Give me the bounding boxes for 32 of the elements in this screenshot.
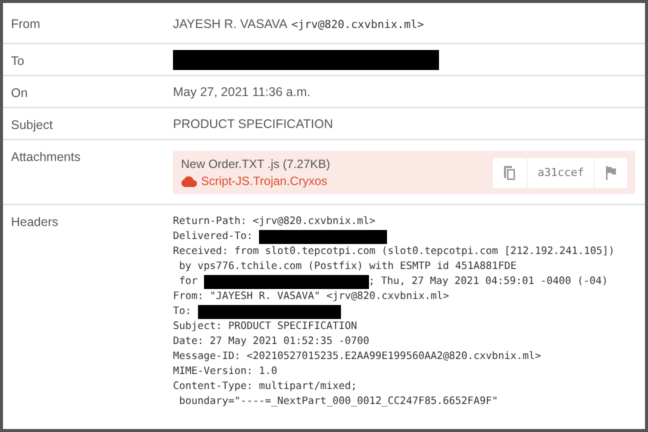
header-text: Return-Path: <jrv@820.cxvbnix.ml> <box>173 216 376 227</box>
header-text: MIME-Version: 1.0 <box>173 366 278 377</box>
field-label: On <box>10 85 29 102</box>
header-text: Delivered-To: <box>173 231 254 242</box>
hash-button[interactable]: a31ccef <box>528 158 594 188</box>
copy-icon <box>502 164 517 180</box>
header-text: Content-Type: multipart/mixed; <box>173 381 358 392</box>
header-text: Message-ID: <20210527015235.E2AA99E199560AA2@820.cxvbnix.ml> <box>173 351 542 362</box>
flag-button[interactable] <box>595 158 627 188</box>
header-text: Subject: PRODUCT SPECIFICATION <box>173 321 358 332</box>
field-value: May 27, 2021 11:36 a.m. <box>173 85 310 99</box>
header-text: by vps776.tchile.com (Postfix) with ESMTP id 451A881FDE <box>178 261 516 272</box>
field-label: To <box>10 53 26 70</box>
cloud-icon <box>181 175 197 187</box>
file-name: New Order.TXT .js (7.27KB) <box>181 157 330 171</box>
detection-name: Script-JS.Trojan.Cryxos <box>201 174 328 188</box>
copy-button[interactable] <box>492 158 527 188</box>
field-label: From <box>10 16 42 33</box>
header-text: From: "JAYESH R. VASAVA" <jrv@820.cxvbnix.ml> <box>173 291 450 302</box>
header-text: To: <box>173 306 192 317</box>
field-label: Attachments <box>10 149 82 166</box>
sender-name: JAYESH R. VASAVA <box>173 17 288 31</box>
header-text: Received: from slot0.tepcotpi.com (slot0.tepcotpi.com [212.192.241.105]) <box>173 246 615 257</box>
flag-icon <box>605 166 617 180</box>
field-label: Subject <box>10 117 54 134</box>
email-address: <jrv@820.cxvbnix.ml> <box>291 18 424 31</box>
header-text: Date: 27 May 2021 01:52:35 -0700 <box>173 336 370 347</box>
field-value: PRODUCT SPECIFICATION <box>173 117 333 131</box>
field-label: Headers <box>10 214 60 231</box>
header-text: for <box>178 276 199 287</box>
header-text: ; Thu, 27 May 2021 04:59:01 -0400 (-04) <box>368 276 608 287</box>
header-text: boundary="----=_NextPart_000_0012_CC247F85.6652FA9F" <box>178 396 498 407</box>
